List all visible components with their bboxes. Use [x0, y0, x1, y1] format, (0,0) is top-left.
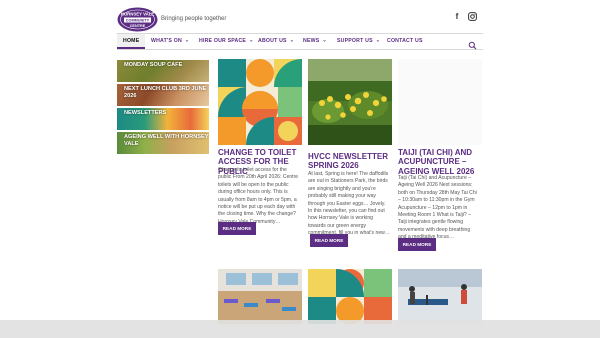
abstract-pattern-image	[218, 59, 302, 145]
post-image[interactable]	[218, 59, 302, 145]
post-card	[398, 269, 482, 324]
nav-label: SUPPORT US	[337, 38, 373, 44]
nav-item-support-us[interactable]: SUPPORT US ⌄	[337, 34, 380, 49]
svg-text:COMMUNITY: COMMUNITY	[126, 18, 150, 22]
daffodils-photo	[308, 59, 392, 145]
site-logo[interactable]: HORNSEY VALE COMMUNITY CENTRE	[117, 7, 158, 32]
post-card	[218, 59, 302, 145]
gym-room-photo	[218, 269, 302, 324]
nav-item-whats-on[interactable]: WHAT'S ON ⌄	[151, 34, 189, 49]
chevron-down-icon: ⌄	[184, 37, 190, 44]
chevron-down-icon: ⌄	[289, 37, 295, 44]
facebook-icon[interactable]: f	[452, 12, 462, 22]
sidebar-card-label: NEXT LUNCH CLUB 3RD JUNE 2026	[124, 86, 207, 99]
post-excerpt: At last, Spring is here! The daffodils a…	[308, 171, 390, 237]
sidebar-card-label: MONDAY SOUP CAFE	[124, 62, 183, 68]
post-image[interactable]	[308, 269, 392, 324]
chevron-down-icon: ⌄	[322, 37, 327, 44]
nav-label: ABOUT US	[258, 38, 287, 44]
post-card	[308, 59, 392, 145]
sidebar-card-newsletters[interactable]: NEWSLETTERS	[117, 108, 209, 130]
instagram-icon[interactable]	[467, 12, 477, 22]
nav-label: NEWS	[303, 38, 320, 44]
logo-badge-icon: HORNSEY VALE COMMUNITY CENTRE	[117, 7, 158, 32]
post-excerpt: Change to toilet access for the public F…	[218, 167, 299, 225]
post-image[interactable]	[398, 59, 482, 145]
chevron-down-icon: ⌄	[249, 37, 254, 44]
nav-item-hire-our-space[interactable]: HIRE OUR SPACE ⌄	[199, 34, 253, 49]
sidebar-card-ageing-well[interactable]: AGEING WELL WITH HORNSEY VALE	[117, 132, 209, 154]
read-more-button[interactable]: READ MORE	[398, 238, 436, 251]
blank-placeholder-image	[398, 59, 482, 145]
table-tennis-photo	[398, 269, 482, 324]
chevron-down-icon: ⌄	[375, 37, 381, 44]
nav-label: WHAT'S ON	[151, 38, 182, 44]
post-title[interactable]: TAIJI (TAI CHI) AND ACUPUNCTURE – AGEING…	[398, 148, 482, 176]
post-excerpt: Taiji (Tai Chi) and Acupuncture – Ageing…	[398, 175, 477, 241]
sidebar-card-label: AGEING WELL WITH HORNSEY VALE	[124, 134, 209, 147]
sidebar-card-soup-cafe[interactable]: MONDAY SOUP CAFE	[117, 60, 209, 82]
nav-item-about-us[interactable]: ABOUT US ⌄	[258, 34, 294, 49]
nav-item-contact-us[interactable]: CONTACT US	[387, 34, 423, 49]
post-title[interactable]: HVCC NEWSLETTER SPRING 2026	[308, 152, 392, 171]
cookie-notice-bar	[0, 320, 600, 338]
abstract-pattern-image	[308, 269, 392, 324]
search-icon[interactable]	[468, 37, 477, 50]
nav-item-home[interactable]: HOME	[117, 34, 146, 49]
post-card	[398, 59, 482, 145]
sidebar-card-label: NEWSLETTERS	[124, 110, 167, 116]
post-image[interactable]	[398, 269, 482, 324]
read-more-button[interactable]: READ MORE	[310, 234, 348, 247]
site-tagline: Bringing people together	[161, 16, 227, 22]
post-image[interactable]	[218, 269, 302, 324]
svg-text:HORNSEY VALE: HORNSEY VALE	[121, 12, 155, 17]
sidebar-card-lunch-club[interactable]: NEXT LUNCH CLUB 3RD JUNE 2026	[117, 84, 209, 106]
nav-item-news[interactable]: NEWS ⌄	[303, 34, 327, 49]
post-card	[218, 269, 302, 324]
read-more-button[interactable]: READ MORE	[218, 222, 256, 235]
nav-label: HIRE OUR SPACE	[199, 38, 247, 44]
post-card	[308, 269, 392, 324]
post-image[interactable]	[308, 59, 392, 145]
main-navigation: HOME WHAT'S ON ⌄ HIRE OUR SPACE ⌄ ABOUT US…	[117, 33, 483, 50]
svg-text:CENTRE: CENTRE	[130, 24, 146, 28]
